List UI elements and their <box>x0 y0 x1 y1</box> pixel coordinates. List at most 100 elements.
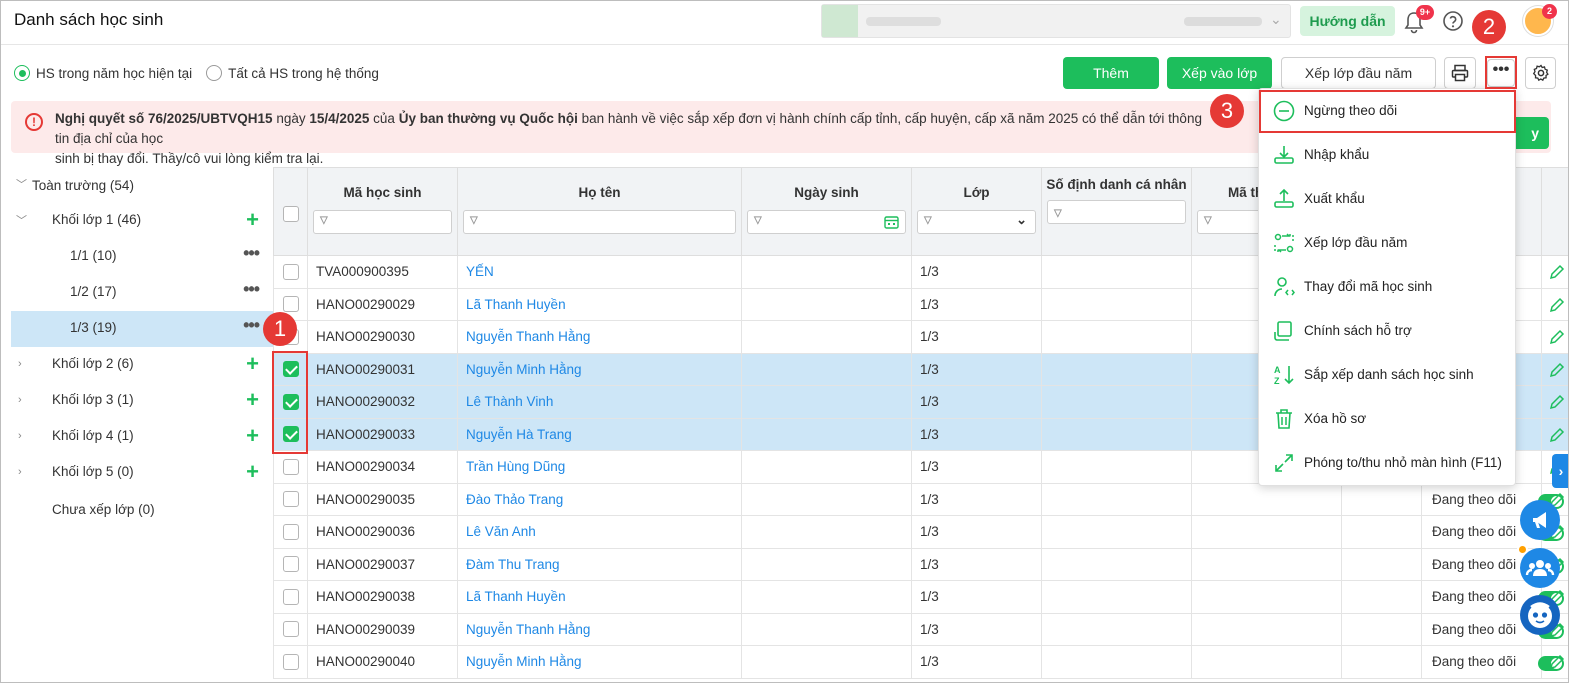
header-label: Ngày sinh <box>794 185 859 200</box>
student-name-link[interactable]: Nguyễn Thanh Hằng <box>457 320 742 354</box>
assign-class-button[interactable]: Xếp vào lớp <box>1167 57 1272 89</box>
code-other-cell <box>1191 645 1342 679</box>
add-class-icon[interactable]: + <box>246 347 259 381</box>
tree-item-grade-5[interactable]: › Khối lớp 5 (0) + <box>11 455 273 491</box>
menu-item-label: Chính sách hỗ trợ <box>1304 323 1412 338</box>
class-cell: 1/3 <box>911 450 1042 484</box>
row-checkbox[interactable] <box>282 588 299 605</box>
radio-current-year[interactable] <box>14 65 30 81</box>
filter-class[interactable]: ▽ ⌄ <box>917 210 1036 234</box>
student-name-link[interactable]: Nguyễn Minh Hằng <box>457 645 742 679</box>
chatbot-fab[interactable] <box>1520 595 1560 635</box>
arrange-class-icon <box>1274 233 1294 253</box>
student-scope-filter: HS trong năm học hiện tại Tất cả HS tron… <box>14 65 379 81</box>
filter-student-code[interactable]: ▽ <box>313 210 452 234</box>
policy-icon <box>1274 321 1292 341</box>
add-button[interactable]: Thêm <box>1063 57 1159 89</box>
edit-icon[interactable] <box>1549 264 1565 280</box>
student-name-link[interactable]: Trần Hùng Dũng <box>457 450 742 484</box>
guide-button[interactable]: Hướng dẫn <box>1300 6 1395 36</box>
row-actions-cell <box>1541 352 1568 386</box>
calendar-icon <box>884 216 899 229</box>
tree-item-unassigned[interactable]: Chưa xếp lớp (0) <box>11 493 273 529</box>
side-expand-tab[interactable]: › <box>1552 454 1568 488</box>
menu-item-import[interactable]: Nhập khẩu <box>1259 133 1517 177</box>
school-logo <box>822 5 858 37</box>
blurred-text <box>1184 17 1262 26</box>
school-year-selector[interactable]: ⌄ <box>821 4 1291 38</box>
row-checkbox[interactable] <box>282 556 299 573</box>
student-name-link[interactable]: Nguyễn Minh Hằng <box>457 352 742 386</box>
row-checkbox[interactable] <box>282 458 299 475</box>
student-name-link[interactable]: YẾN <box>457 255 742 289</box>
add-class-icon[interactable]: + <box>246 455 259 489</box>
table-row[interactable]: HANO00290037 Đàm Thu Trang 1/3 Đang theo dõ… <box>273 547 1568 581</box>
row-checkbox[interactable] <box>282 523 299 540</box>
header-label: Lớp <box>963 185 990 200</box>
edit-icon[interactable] <box>1549 362 1565 378</box>
tree-item-class-1-3[interactable]: 1/3 (19) ••• <box>11 311 273 347</box>
row-select-cell <box>273 612 308 646</box>
tree-item-label: 1/2 (17) <box>70 284 117 299</box>
print-button[interactable] <box>1444 57 1476 89</box>
trash-icon <box>1276 409 1292 429</box>
row-checkbox[interactable] <box>282 621 299 638</box>
tree-item-class-1-2[interactable]: 1/2 (17) ••• <box>11 275 273 311</box>
assign-start-year-button[interactable]: Xếp lớp đầu năm <box>1281 57 1436 89</box>
row-checkbox[interactable] <box>282 296 299 313</box>
edit-icon[interactable] <box>1549 329 1565 345</box>
community-fab[interactable] <box>1520 548 1560 588</box>
table-row[interactable]: HANO00290035 Đào Thảo Trang 1/3 Đang theo d… <box>273 482 1568 516</box>
table-row[interactable]: HANO00290038 Lã Thanh Huyền 1/3 Đang theo d… <box>273 580 1568 614</box>
edit-icon[interactable] <box>1549 427 1565 443</box>
student-name-link[interactable]: Lã Thanh Huyền <box>457 287 742 321</box>
tree-item-grade-3[interactable]: › Khối lớp 3 (1) + <box>11 383 273 419</box>
edit-icon[interactable] <box>1549 654 1565 670</box>
status-text: Đang theo dõi <box>1432 621 1517 637</box>
menu-item-sort-students[interactable]: AZ Sắp xếp danh sách học sinh <box>1259 353 1517 397</box>
row-checkbox[interactable] <box>282 263 299 280</box>
student-name-link[interactable]: Nguyễn Thanh Hằng <box>457 612 742 646</box>
tree-item-school[interactable]: ﹀ Toàn trường (54) <box>11 169 273 203</box>
student-name-link[interactable]: Lê Thành Vinh <box>457 385 742 419</box>
student-name-link[interactable]: Nguyễn Hà Trang <box>457 417 742 451</box>
row-checkbox[interactable] <box>282 491 299 508</box>
student-name-link[interactable]: Đàm Thu Trang <box>457 547 742 581</box>
more-dots-icon[interactable]: ••• <box>243 272 260 306</box>
student-name-link[interactable]: Lê Văn Anh <box>457 515 742 549</box>
menu-item-change-student-code[interactable]: Thay đổi mã học sinh <box>1259 265 1517 309</box>
header-label: Số định danh cá nhân <box>1046 177 1187 192</box>
filter-birth-date[interactable]: ▽ <box>747 210 906 234</box>
menu-item-label: Xuất khẩu <box>1304 191 1365 206</box>
table-row[interactable]: HANO00290039 Nguyễn Thanh Hằng 1/3 Đang the… <box>273 612 1568 646</box>
radio-all-students[interactable] <box>206 65 223 81</box>
table-row[interactable]: HANO00290040 Nguyễn Minh Hằng 1/3 Đang theo… <box>273 645 1568 679</box>
edit-icon[interactable] <box>1549 394 1565 410</box>
filter-personal-id[interactable]: ▽ <box>1047 200 1186 224</box>
tree-item-grade-4[interactable]: › Khối lớp 4 (1) + <box>11 419 273 455</box>
more-dots-icon[interactable]: ••• <box>243 308 260 342</box>
tree-item-class-1-1[interactable]: 1/1 (10) ••• <box>11 239 273 275</box>
student-name-link[interactable]: Đào Thảo Trang <box>457 482 742 516</box>
row-checkbox[interactable] <box>282 653 299 670</box>
help-icon[interactable] <box>1442 10 1464 35</box>
tree-item-grade-1[interactable]: ﹀ Khối lớp 1 (46) + <box>11 203 273 239</box>
student-code-cell: HANO00290030 <box>307 320 458 354</box>
announce-fab[interactable] <box>1520 500 1560 540</box>
menu-item-delete-record[interactable]: Xóa hồ sơ <box>1259 397 1517 441</box>
more-dots-icon[interactable]: ••• <box>243 236 260 270</box>
add-class-icon[interactable]: + <box>246 203 259 237</box>
add-class-icon[interactable]: + <box>246 419 259 453</box>
menu-item-fullscreen[interactable]: Phóng to/thu nhỏ màn hình (F11) <box>1259 441 1517 485</box>
menu-item-support-policy[interactable]: Chính sách hỗ trợ <box>1259 309 1517 353</box>
menu-item-export[interactable]: Xuất khẩu <box>1259 177 1517 221</box>
settings-button[interactable] <box>1525 57 1556 89</box>
tree-item-grade-2[interactable]: › Khối lớp 2 (6) + <box>11 347 273 383</box>
table-row[interactable]: HANO00290036 Lê Văn Anh 1/3 Đang theo dõi <box>273 515 1568 549</box>
student-name-link[interactable]: Lã Thanh Huyền <box>457 580 742 614</box>
edit-icon[interactable] <box>1549 297 1565 313</box>
select-all-checkbox[interactable] <box>282 206 299 223</box>
add-class-icon[interactable]: + <box>246 383 259 417</box>
filter-full-name[interactable]: ▽ <box>463 210 736 234</box>
menu-item-arrange-start-year[interactable]: Xếp lớp đầu năm <box>1259 221 1517 265</box>
